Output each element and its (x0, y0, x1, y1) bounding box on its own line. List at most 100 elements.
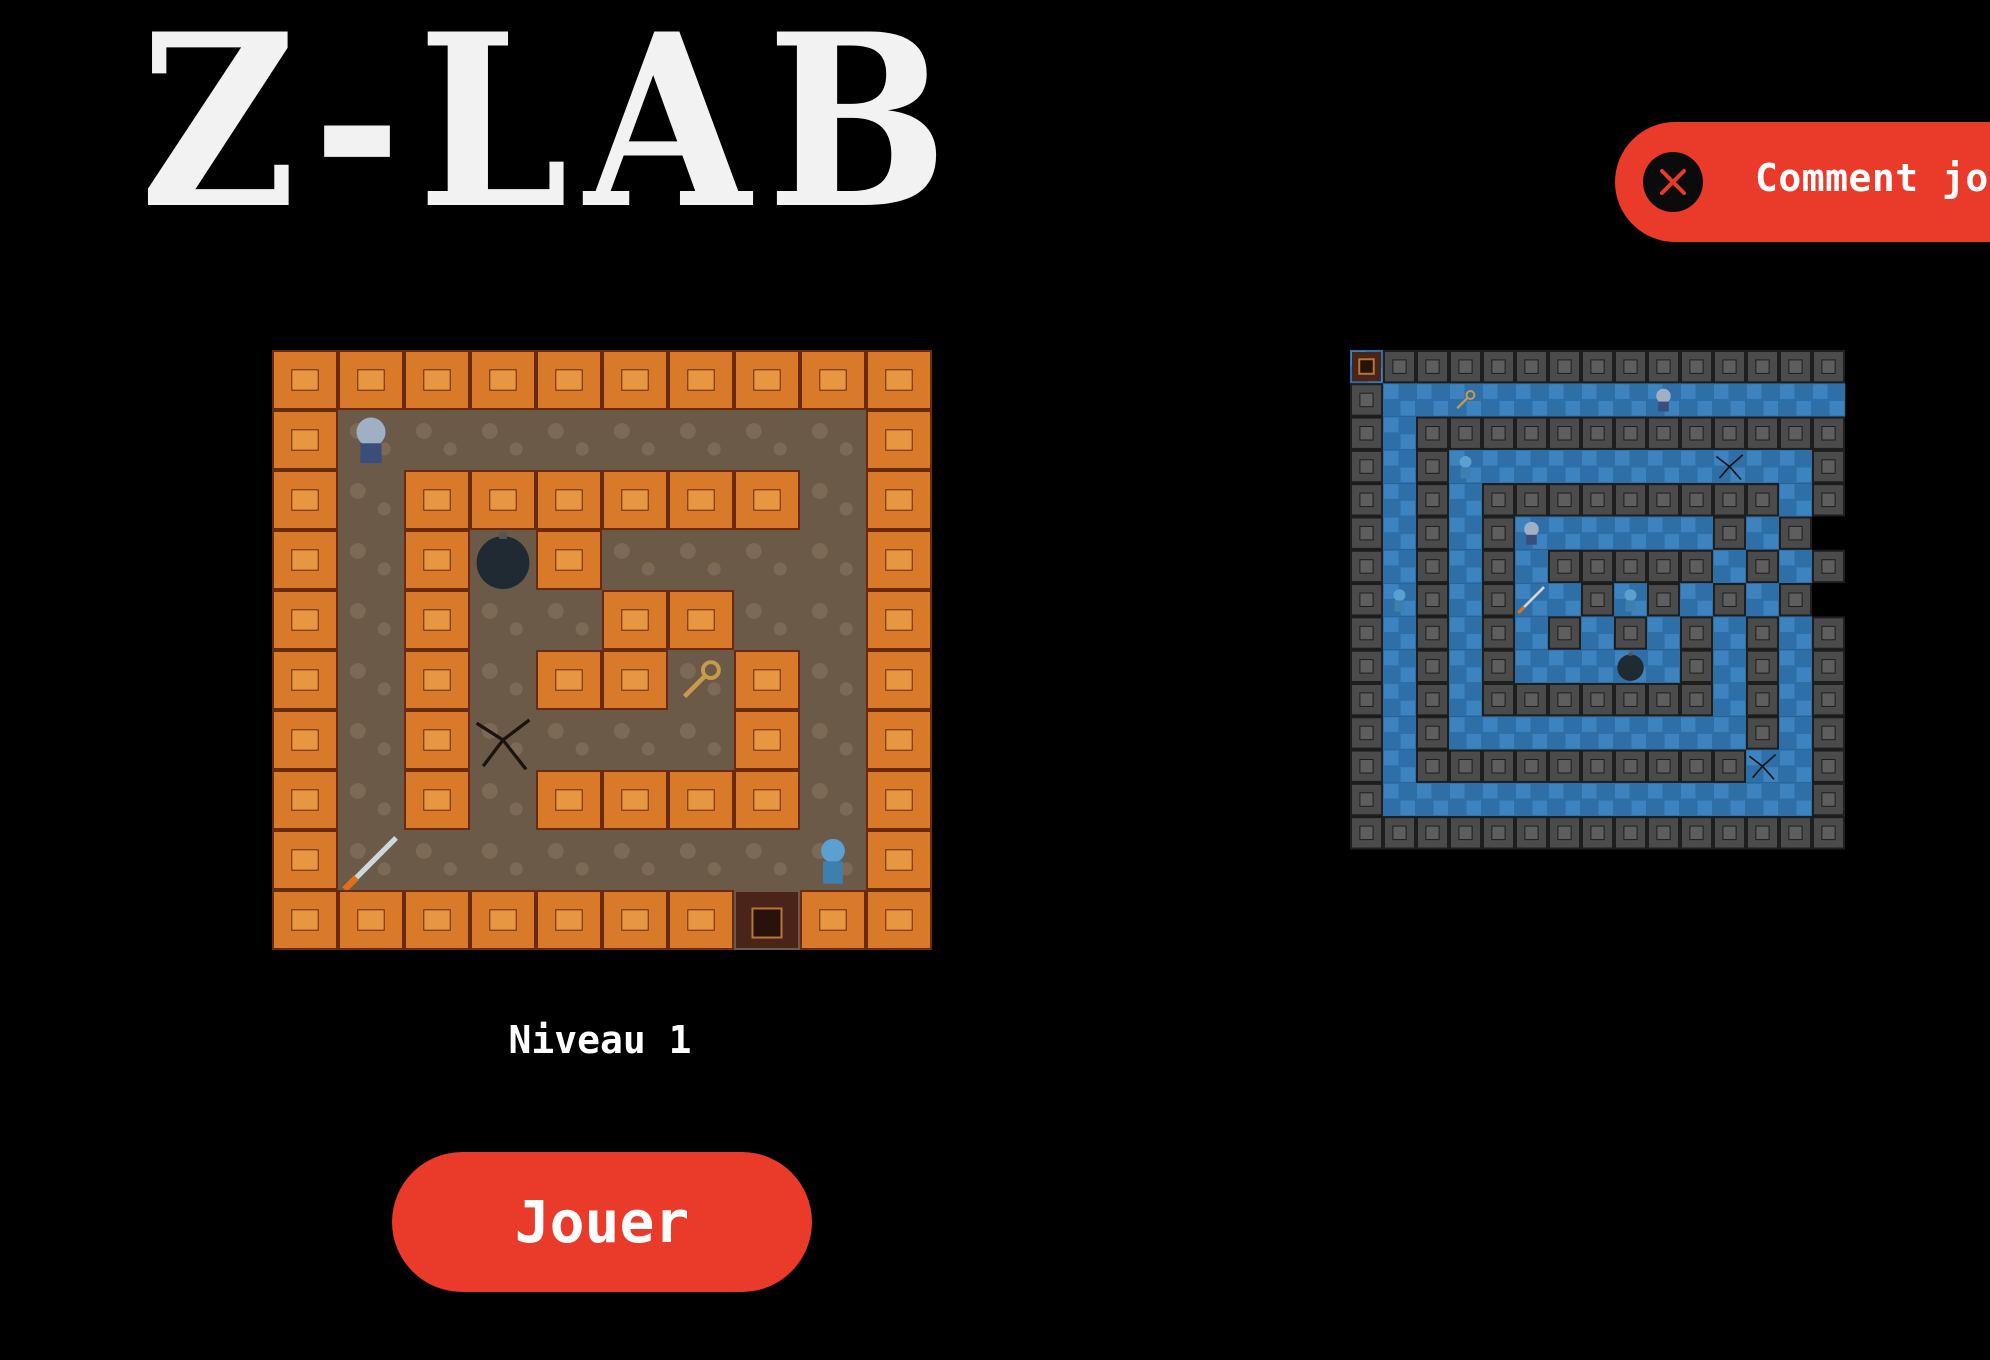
floor-tile (404, 410, 470, 470)
wall-tile (1350, 749, 1383, 783)
wall-tile (1812, 350, 1845, 384)
wall-tile (1482, 683, 1515, 717)
floor-tile (1614, 516, 1647, 550)
wall-tile (602, 890, 668, 950)
floor-tile (602, 410, 668, 470)
floor-tile (1548, 583, 1581, 617)
wall-tile (1581, 483, 1614, 517)
floor-tile (470, 770, 536, 830)
wall-tile (1548, 816, 1581, 850)
wall-tile (1779, 416, 1812, 450)
floor-tile (1581, 649, 1614, 683)
wall-tile (1548, 350, 1581, 384)
wall-tile (1482, 516, 1515, 550)
floor-tile (1680, 516, 1713, 550)
wall-tile (1482, 350, 1515, 384)
wall-tile (1746, 649, 1779, 683)
floor-tile (404, 830, 470, 890)
wall-tile (1548, 549, 1581, 584)
floor-tile (1746, 583, 1779, 617)
floor-tile (1581, 616, 1614, 650)
wall-tile (272, 890, 338, 950)
floor-tile (734, 410, 800, 470)
floor-tile (1416, 782, 1449, 817)
wall-tile (1746, 716, 1779, 750)
wall-tile (536, 530, 602, 590)
player-sprite (356, 417, 386, 464)
wall-tile (1548, 616, 1581, 650)
floor-tile (338, 530, 404, 590)
floor-tile (1449, 716, 1482, 750)
wall-tile (1680, 616, 1713, 650)
wall-tile (1812, 816, 1845, 850)
floor-tile (1746, 383, 1779, 417)
wall-tile (272, 770, 338, 830)
how-to-play-banner[interactable]: Comment jouer (1615, 122, 1990, 242)
floor-tile (1647, 616, 1680, 650)
floor-tile (1812, 383, 1845, 417)
wall-tile (1350, 583, 1383, 617)
floor-tile (338, 650, 404, 710)
wall-tile (1779, 816, 1812, 850)
level-2-preview[interactable] (1350, 350, 1846, 850)
wall-tile (1713, 749, 1746, 783)
wall-tile (800, 350, 866, 410)
floor-tile (1680, 782, 1713, 817)
wall-tile (1581, 549, 1614, 584)
floor-tile (1515, 649, 1548, 683)
wall-tile (1350, 449, 1383, 484)
how-to-play-label[interactable]: Comment jouer (1755, 156, 1990, 200)
wall-tile (1746, 350, 1779, 384)
floor-tile (1713, 383, 1746, 417)
game-logo: Z-LAB (140, 0, 965, 262)
wall-tile (1581, 749, 1614, 783)
level-1-map (272, 350, 932, 950)
floor-tile (536, 830, 602, 890)
wall-tile (866, 410, 932, 470)
floor-tile (668, 710, 734, 770)
wall-tile (404, 890, 470, 950)
level-2-map (1350, 350, 1846, 850)
floor-tile (1383, 549, 1416, 584)
wall-tile (1350, 516, 1383, 550)
wall-tile (1713, 816, 1746, 850)
level-1-preview[interactable] (272, 350, 932, 950)
floor-tile (1614, 449, 1647, 484)
wall-tile (338, 350, 404, 410)
wall-tile (1812, 749, 1845, 783)
floor-tile (734, 590, 800, 650)
floor-tile (1581, 716, 1614, 750)
wall-tile (1845, 383, 1846, 417)
wall-tile (1647, 549, 1680, 584)
floor-tile (1581, 516, 1614, 550)
wall-tile (1482, 816, 1515, 850)
wall-tile (668, 590, 734, 650)
wall-tile (404, 350, 470, 410)
wall-tile (1614, 616, 1647, 650)
floor-tile (1482, 383, 1515, 417)
wall-tile (1416, 749, 1449, 783)
wall-tile (1350, 416, 1383, 450)
wall-tile (1548, 416, 1581, 450)
wall-tile (404, 650, 470, 710)
floor-tile (668, 530, 734, 590)
floor-tile (1449, 483, 1482, 517)
wall-tile (1779, 350, 1812, 384)
floor-tile (338, 590, 404, 650)
floor-tile (1779, 749, 1812, 783)
wall-tile (866, 470, 932, 530)
wall-tile (1614, 683, 1647, 717)
floor-tile (800, 530, 866, 590)
play-button[interactable]: Jouer (392, 1152, 812, 1292)
close-icon[interactable] (1643, 152, 1703, 212)
wall-tile (1713, 350, 1746, 384)
wall-tile (1647, 416, 1680, 450)
floor-tile (1680, 716, 1713, 750)
wall-tile (1680, 483, 1713, 517)
wall-tile (866, 890, 932, 950)
floor-tile (1383, 383, 1416, 417)
wall-tile (1416, 350, 1449, 384)
level-name: Niveau 1 (508, 1018, 692, 1062)
floor-tile (1614, 782, 1647, 817)
wall-tile (1647, 816, 1680, 850)
